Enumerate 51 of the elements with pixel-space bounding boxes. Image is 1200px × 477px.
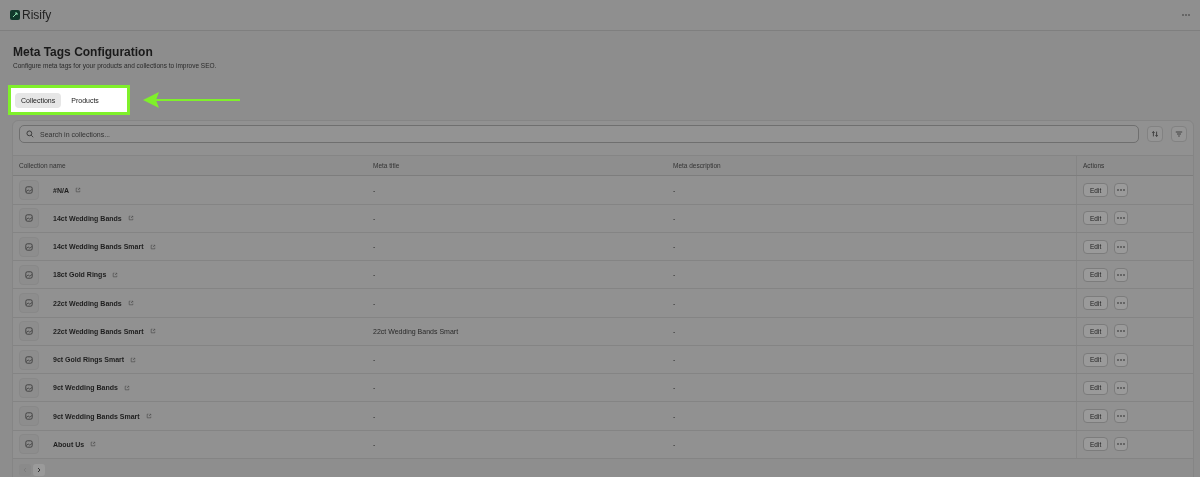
image-icon — [25, 242, 33, 251]
external-link-icon[interactable] — [74, 187, 81, 194]
image-icon — [25, 299, 33, 308]
more-icon — [1117, 217, 1126, 220]
app-name: Risify — [22, 8, 52, 22]
more-icon — [1117, 302, 1126, 305]
external-link-icon[interactable] — [127, 300, 134, 307]
external-link-icon[interactable] — [123, 384, 130, 391]
more-button[interactable] — [1114, 183, 1129, 198]
arrow-icon — [142, 90, 242, 110]
more-button[interactable] — [1114, 380, 1129, 395]
external-link-icon[interactable] — [149, 243, 156, 250]
image-icon — [25, 327, 33, 336]
more-icon — [1117, 443, 1126, 446]
image-icon — [25, 214, 33, 223]
image-icon — [25, 355, 33, 364]
more-icon — [1117, 330, 1126, 333]
image-icon — [25, 270, 33, 279]
more-button[interactable] — [1114, 239, 1129, 254]
search-icon — [26, 130, 34, 138]
external-link-icon[interactable] — [149, 328, 156, 335]
more-icon — [1117, 245, 1126, 248]
page-title: Meta Tags Configuration — [13, 45, 154, 59]
external-link-icon[interactable] — [145, 413, 152, 420]
sort-button[interactable] — [1147, 126, 1163, 142]
filter-icon — [1175, 130, 1183, 138]
more-icon — [1117, 273, 1126, 276]
image-icon — [25, 383, 33, 392]
more-button[interactable] — [1114, 211, 1129, 226]
chevron-right-icon — [36, 467, 42, 473]
logo-icon — [10, 10, 20, 20]
more-icon — [1117, 386, 1126, 389]
next-page-button[interactable] — [33, 464, 45, 476]
more-button[interactable] — [1114, 409, 1129, 424]
image-icon — [25, 412, 33, 421]
external-link-icon[interactable] — [112, 271, 119, 278]
more-button[interactable] — [1114, 324, 1129, 339]
more-icon — [1117, 415, 1126, 418]
more-button[interactable] — [1114, 267, 1129, 282]
filter-button[interactable] — [1171, 126, 1187, 142]
more-button[interactable] — [1114, 437, 1129, 452]
external-link-icon[interactable] — [127, 215, 134, 222]
more-button[interactable] — [1114, 352, 1129, 367]
more-button[interactable] — [1114, 296, 1129, 311]
image-icon — [25, 186, 33, 195]
more-icon — [1117, 189, 1126, 192]
more-icon — [1117, 358, 1126, 361]
image-icon — [25, 440, 33, 449]
sort-icon — [1151, 130, 1159, 138]
external-link-icon[interactable] — [130, 356, 137, 363]
external-link-icon[interactable] — [90, 441, 97, 448]
